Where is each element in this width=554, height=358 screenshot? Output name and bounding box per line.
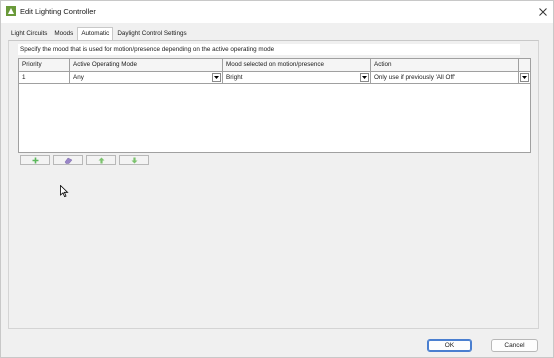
- column-header-action[interactable]: Action: [371, 59, 519, 72]
- title-bar: Edit Lighting Controller: [1, 1, 553, 23]
- dropdown-arrow-icon[interactable]: [212, 73, 221, 82]
- arrow-down-icon: [131, 157, 137, 163]
- automatic-panel: Specify the mood that is used for motion…: [8, 40, 539, 329]
- tab-daylight-control-settings[interactable]: Daylight Control Settings: [114, 28, 189, 40]
- table-header: Priority Active Operating Mode Mood sele…: [19, 59, 530, 72]
- tab-bar: Light Circuits Moods Automatic Daylight …: [8, 27, 191, 40]
- column-header-mood[interactable]: Mood selected on motion/presence: [223, 59, 371, 72]
- ok-button[interactable]: OK: [427, 339, 472, 352]
- dropdown-arrow-icon[interactable]: [360, 73, 369, 82]
- column-header-active-operating-mode[interactable]: Active Operating Mode: [70, 59, 223, 72]
- row-toolbar: [20, 155, 149, 165]
- window-title: Edit Lighting Controller: [20, 7, 96, 16]
- tab-moods[interactable]: Moods: [51, 28, 76, 40]
- mouse-cursor-icon: [60, 184, 69, 198]
- move-down-button[interactable]: [119, 155, 149, 165]
- cancel-button[interactable]: Cancel: [491, 339, 538, 352]
- table-row[interactable]: 1 Any Bright Only use if previously 'All…: [19, 72, 530, 84]
- app-icon: [6, 6, 16, 16]
- panel-description: Specify the mood that is used for motion…: [18, 44, 520, 55]
- tab-light-circuits[interactable]: Light Circuits: [8, 28, 50, 40]
- mood-value: Bright: [226, 74, 243, 81]
- mood-table: Priority Active Operating Mode Mood sele…: [18, 58, 531, 153]
- operating-mode-select[interactable]: Any: [70, 72, 223, 84]
- add-row-button[interactable]: [20, 155, 50, 165]
- eraser-icon: [64, 157, 72, 164]
- column-header-priority[interactable]: Priority: [19, 59, 70, 72]
- priority-cell[interactable]: 1: [19, 72, 70, 84]
- mood-select[interactable]: Bright: [223, 72, 371, 84]
- close-icon[interactable]: [533, 3, 553, 21]
- arrow-up-icon: [98, 157, 104, 163]
- action-value: Only use if previously 'All Off': [374, 74, 456, 81]
- move-up-button[interactable]: [86, 155, 116, 165]
- action-dropdown[interactable]: [519, 72, 530, 84]
- dialog-window: Edit Lighting Controller Light Circuits …: [0, 0, 554, 358]
- operating-mode-value: Any: [73, 74, 84, 81]
- tab-automatic[interactable]: Automatic: [77, 27, 114, 40]
- column-header-filler: [519, 59, 530, 72]
- plus-icon: [32, 157, 38, 163]
- dropdown-arrow-icon[interactable]: [520, 73, 529, 82]
- action-select[interactable]: Only use if previously 'All Off': [371, 72, 519, 84]
- remove-row-button[interactable]: [53, 155, 83, 165]
